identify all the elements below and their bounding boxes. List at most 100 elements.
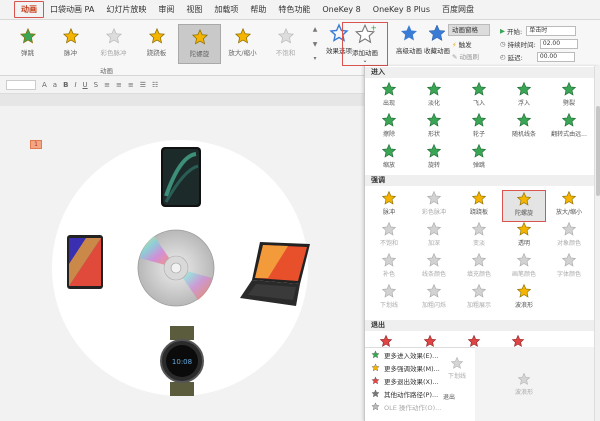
emphasis-effect-8[interactable]: 透明 [502,221,546,253]
effect-label: 加深 [427,240,440,247]
tablet-image[interactable] [160,146,202,208]
entrance-effect-8[interactable]: 随机线条 [502,112,546,144]
exit-star-3[interactable] [511,333,525,352]
bullets-icon[interactable]: ☰ [140,81,146,89]
underline-icon[interactable]: U [83,81,88,89]
emphasis-effect-11[interactable]: 线条颜色 [412,252,456,284]
tab-pocket-animation[interactable]: 口袋动画 PA [44,1,100,19]
emphasis-effect-13[interactable]: 画笔颜色 [502,252,546,284]
emphasis-effect-0[interactable]: 脉冲 [367,190,411,222]
animation-pane-button[interactable]: 动画窗格 [448,24,490,36]
emphasis-effect-17[interactable]: 加粗展示 [457,283,501,315]
entrance-effect-5[interactable]: 擦除 [367,112,411,144]
entrance-effect-1[interactable]: 淡化 [412,81,456,113]
star-icon [191,28,208,45]
star-icon [426,190,442,205]
emphasis-effect-3[interactable]: 陀螺旋 [502,190,546,222]
entrance-effect-12[interactable]: 弹跳 [457,143,501,175]
gallery-down-icon[interactable]: ▼ [313,41,318,48]
star-icon [516,221,532,236]
emphasis-effect-16[interactable]: 加粗闪烁 [412,283,456,315]
laptop-image[interactable] [238,240,312,310]
emphasis-effect-6[interactable]: 加深 [412,221,456,253]
entrance-effect-0[interactable]: 出现 [367,81,411,113]
exit-star-2[interactable] [467,333,481,352]
entrance-effect-2[interactable]: 飞入 [457,81,501,113]
add-animation-button[interactable]: + 添加动画 ⌄ [342,22,388,66]
emphasis-effect-12[interactable]: 填充颜色 [457,252,501,284]
smartwatch-image[interactable]: 10:08 [158,326,206,396]
tab-view[interactable]: 视图 [180,1,208,19]
emphasis-effect-1[interactable]: 彩色脉冲 [412,190,456,222]
align-right-icon[interactable]: ≡ [128,81,134,89]
italic-icon[interactable]: I [74,81,76,89]
panel-scroll-thumb[interactable] [596,106,600,196]
more-effect-star-icon [371,363,380,372]
brush-icon: ✎ [452,53,458,61]
entrance-effect-11[interactable]: 旋转 [412,143,456,175]
ribbon-effect-4[interactable]: 陀螺旋 [178,24,221,64]
entrance-effect-7[interactable]: 轮子 [457,112,501,144]
emphasis-effect-5[interactable]: 不饱和 [367,221,411,253]
exit-effect-1[interactable]: 波浪形 [502,372,546,404]
gallery-more-icon[interactable]: ▾ [313,55,316,62]
emphasis-effect-18[interactable]: 波浪形 [502,283,546,315]
font-size-up-icon[interactable]: A [42,81,47,89]
ribbon-effect-3[interactable]: 跷跷板 [135,24,178,64]
entrance-effect-3[interactable]: 浮入 [502,81,546,113]
numbering-icon[interactable]: ☷ [152,81,158,89]
align-left-icon[interactable]: ≡ [104,81,110,89]
exit-star-1[interactable] [423,333,437,352]
ribbon-effect-5[interactable]: 放大/缩小 [221,24,264,64]
ribbon-effect-6[interactable]: 不饱和 [264,24,307,64]
duration-input[interactable]: 02.00 [539,39,578,49]
font-box[interactable] [6,79,36,90]
star-icon [471,81,487,96]
ribbon-effect-2[interactable]: 彩色脉冲 [92,24,135,64]
exit-star-0[interactable] [379,333,393,352]
align-center-icon[interactable]: ≡ [116,81,122,89]
effect-label: 下划线 [379,302,398,309]
start-select[interactable]: 单击时 [526,26,577,36]
more-effects-item-4[interactable]: OLE 操作动作(O)... [365,400,475,413]
tab-review[interactable]: 审阅 [152,1,180,19]
tab-onekey8[interactable]: OneKey 8 [316,1,366,19]
emphasis-effect-15[interactable]: 下划线 [367,283,411,315]
emphasis-effect-9[interactable]: 对象颜色 [547,221,591,253]
animation-brush-button[interactable]: ✎ 动画刷 [452,51,479,61]
ribbon-effect-label: 放大/缩小 [228,49,257,57]
tab-help[interactable]: 帮助 [244,1,272,19]
entrance-effect-9[interactable]: 翻转式由远... [547,112,591,144]
panel-scrollbar[interactable] [594,66,600,421]
cd-disc-image[interactable] [136,228,216,308]
delay-input[interactable]: 00.00 [536,52,575,62]
tab-features[interactable]: 特色功能 [272,1,316,19]
trigger-button[interactable]: ⚡ 触发 [452,39,472,49]
emphasis-effect-4[interactable]: 放大/缩小 [547,190,591,222]
ribbon-effect-label: 脉冲 [64,49,77,57]
entrance-effect-10[interactable]: 缩放 [367,143,411,175]
entrance-effect-6[interactable]: 形状 [412,112,456,144]
animation-order-tag[interactable]: 1 [30,140,42,149]
tab-addins[interactable]: 加载项 [208,1,244,19]
gallery-up-icon[interactable]: ▲ [313,26,318,33]
emphasis-effect-7[interactable]: 变淡 [457,221,501,253]
ribbon-effect-0[interactable]: 弹跳 [6,24,49,64]
tablet-left-image[interactable] [66,234,104,290]
font-size-down-icon[interactable]: a [53,81,57,89]
tab-animation[interactable]: 动画 [14,1,44,18]
emphasis-effect-10[interactable]: 补色 [367,252,411,284]
emphasis-effect-2[interactable]: 跷跷板 [457,190,501,222]
more-effects-label: 其他动作路径(P)... [384,390,439,399]
gallery-scroll[interactable]: ▲ ▼ ▾ [310,26,320,62]
tab-onekey8-plus[interactable]: OneKey 8 Plus [367,1,436,19]
tab-slideshow[interactable]: 幻灯片放映 [100,1,152,19]
emphasis-effect-14[interactable]: 字体颜色 [547,252,591,284]
more-effects-item-3[interactable]: 其他动作路径(P)... [365,387,475,400]
bold-icon[interactable]: B [63,81,68,89]
strike-icon[interactable]: S [94,81,98,89]
tab-baidu-netdisk[interactable]: 百度网盘 [436,1,480,19]
exit-effect-0[interactable]: 下划线 [435,356,479,388]
ribbon-effect-1[interactable]: 脉冲 [49,24,92,64]
entrance-effect-4[interactable]: 劈裂 [547,81,591,113]
